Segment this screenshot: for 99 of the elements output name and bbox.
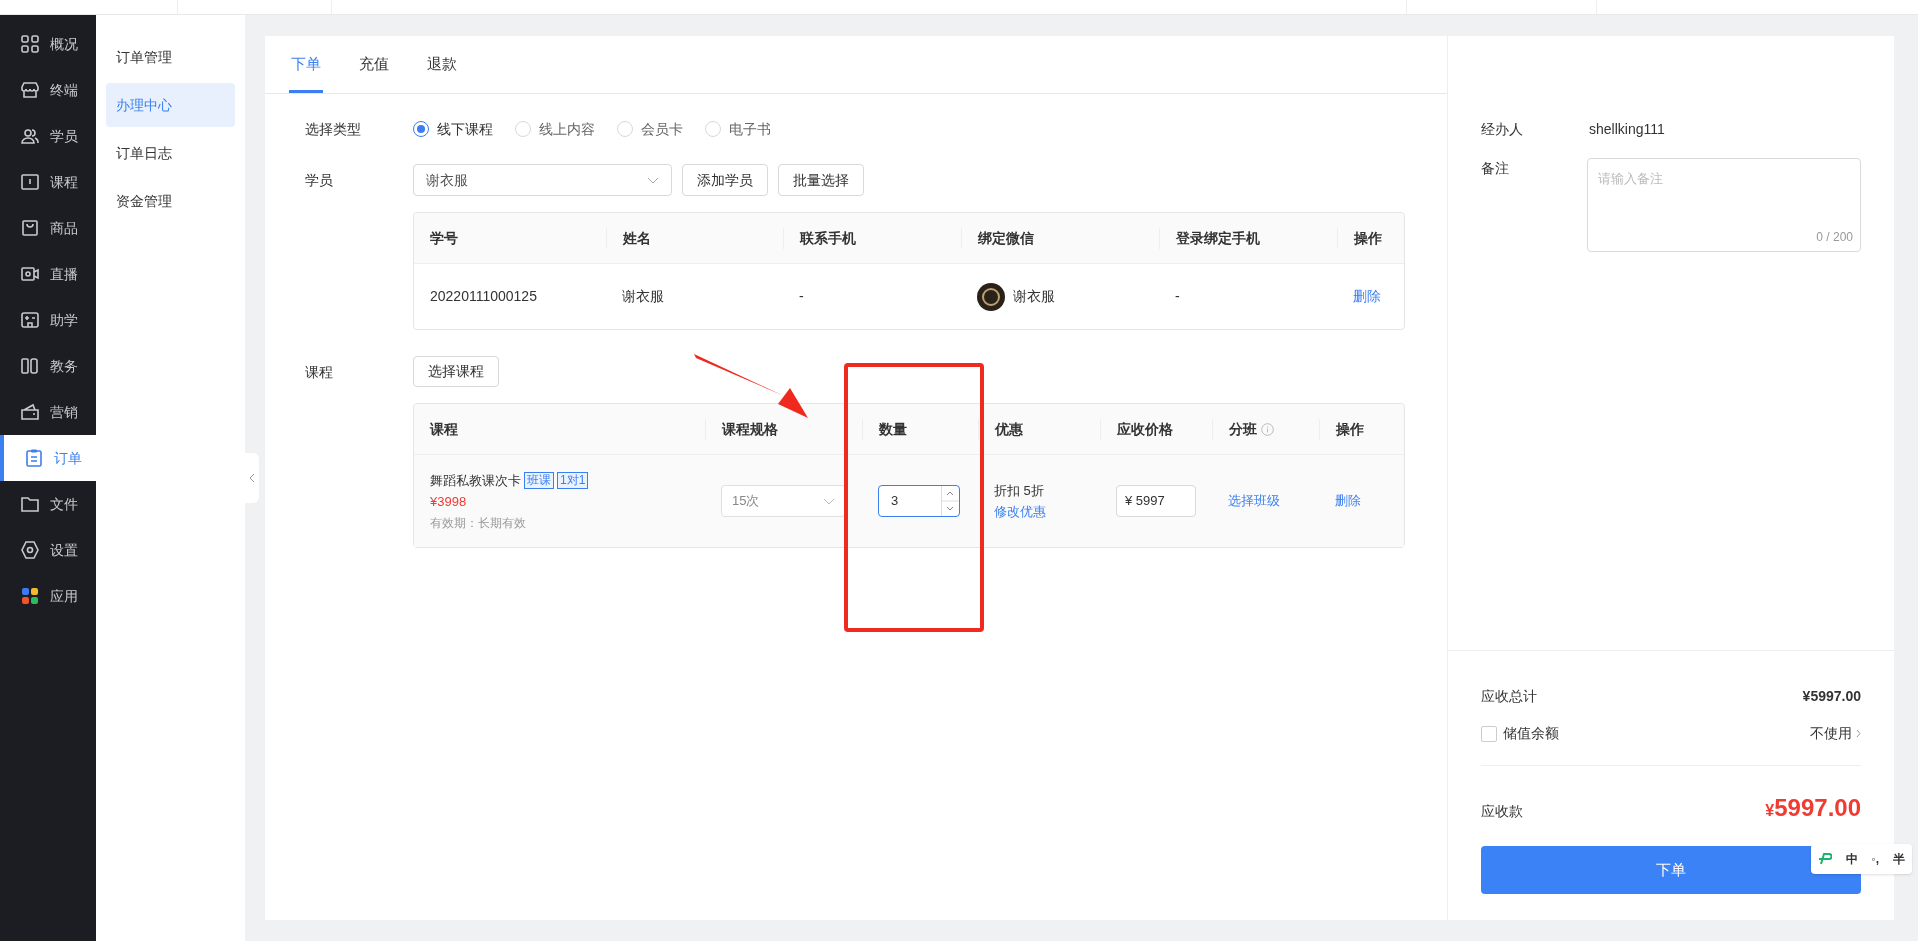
quantity-input[interactable]: 3 [878,485,960,517]
tab[interactable]: 下单 [289,45,323,93]
delete-link[interactable]: 删除 [1353,286,1381,307]
currency-symbol: ¥ [1765,802,1775,821]
collapse-handle[interactable] [245,453,259,503]
balance-option[interactable]: 不使用 [1810,723,1852,744]
avatar [977,282,1005,311]
validity-text: 有效期：长期有效 [430,514,527,532]
ime-option[interactable]: 中 [1845,850,1858,868]
table-cell-text: 谢衣服 [1013,287,1055,306]
student-select[interactable]: 谢衣服 [413,164,672,196]
apps-icon [20,586,40,606]
course-name: 舞蹈私教课次卡 [430,471,521,490]
table-cell-text: 谢衣服 [621,287,665,306]
column-header: 优惠 [995,419,1023,439]
action-button[interactable]: 添加学员 [682,164,768,196]
nav-item[interactable]: 课程 [0,159,96,205]
nav-item[interactable]: 营销 [0,389,96,435]
nav-item[interactable]: 直播 [0,251,96,297]
column-header: 绑定微信 [961,227,1159,249]
folder-icon [20,494,40,514]
users-icon [20,126,40,146]
spec-select[interactable]: 15次 [721,485,846,517]
radio-label: 线上内容 [539,119,595,139]
tab[interactable]: 退款 [425,45,459,93]
gamepad-icon [20,310,40,330]
column-header: 学号 [429,228,459,248]
column-header: 姓名 [606,227,783,249]
course-tag: 班课 [524,471,554,489]
column-header: 课程规格 [722,419,778,439]
balance-label: 储值余额 [1503,724,1559,743]
due-label: 应收款 [1481,802,1523,821]
chevron-left-icon [249,473,255,483]
chevron-right-icon [1856,729,1861,738]
due-amount: 5997.00 [1774,793,1861,823]
field-label: 经办人 [1481,119,1524,139]
nav-item[interactable]: 学员 [0,113,96,159]
course-tag: 1对1 [557,471,589,489]
tab[interactable]: 充值 [357,45,391,93]
character-count: 0 / 200 [1816,229,1853,246]
delete-link[interactable]: 删除 [1335,491,1361,511]
column-header: 课程 [430,419,458,439]
column-header: 操作 [1336,419,1364,439]
submenu-item[interactable]: 订单管理 [106,35,235,79]
columns-icon [20,356,40,376]
ime-option[interactable]: ◦, [1871,850,1880,868]
nav-item[interactable]: 助学 [0,297,96,343]
radio-label: 线下课程 [437,119,493,139]
table-cell-text: - [1174,287,1181,306]
stepper-icon[interactable] [941,486,959,516]
nav-item[interactable]: 设置 [0,527,96,573]
discount-text: 折扣 5折 [994,481,1045,500]
column-header: 操作 [1337,227,1404,249]
board-icon [20,172,40,192]
nav-item[interactable]: 终端 [0,67,96,113]
field-label: 选择类型 [305,119,362,139]
total-label: 应收总计 [1481,687,1537,706]
nav-item[interactable]: 应用 [0,573,96,619]
ime-option[interactable]: 半 [1893,850,1906,868]
edit-discount-link[interactable]: 修改优惠 [994,502,1084,522]
select-class-link[interactable]: 选择班级 [1228,491,1280,511]
select-course-button[interactable]: 选择课程 [413,356,499,387]
column-header: 数量 [879,419,907,439]
nav-item[interactable]: 订单 [0,435,96,481]
submenu-item[interactable]: 订单日志 [106,131,235,175]
table-cell-text: - [798,287,805,306]
radio-label: 电子书 [729,119,771,139]
bag-icon [20,218,40,238]
submenu-item[interactable]: 资金管理 [106,179,235,223]
settings-icon [20,540,40,560]
nav-item[interactable]: 文件 [0,481,96,527]
nav-item[interactable]: 教务 [0,343,96,389]
radio-label: 会员卡 [641,119,683,139]
table-cell-text: 20220111000125 [429,287,538,306]
wallet-icon [20,402,40,422]
column-header: 联系手机 [783,227,961,249]
checkbox[interactable] [1481,725,1497,742]
info-icon [1261,422,1274,436]
total-amount: ¥5997.00 [1802,687,1861,706]
camera-icon [20,264,40,284]
column-header: 应收价格 [1117,419,1173,439]
handler-name: shellking111 [1589,119,1665,139]
grid-icon [20,34,40,54]
field-label: 备注 [1481,159,1510,178]
submenu-item[interactable]: 办理中心 [106,83,235,127]
nav-item[interactable]: 商品 [0,205,96,251]
field-label: 课程 [305,363,334,382]
ime-logo-icon [1817,853,1832,865]
clipboard-icon [24,448,44,468]
column-header: 登录绑定手机 [1159,227,1337,249]
chevron-down-icon [647,176,659,184]
field-label: 学员 [305,171,334,190]
store-icon [20,80,40,100]
course-price: ¥3998 [430,493,468,511]
column-header: 分班 [1229,419,1257,439]
chevron-down-icon [823,497,835,505]
nav-item[interactable]: 概况 [0,21,96,67]
price-input[interactable]: ¥ 5997 [1116,485,1196,517]
action-button[interactable]: 批量选择 [778,164,864,196]
